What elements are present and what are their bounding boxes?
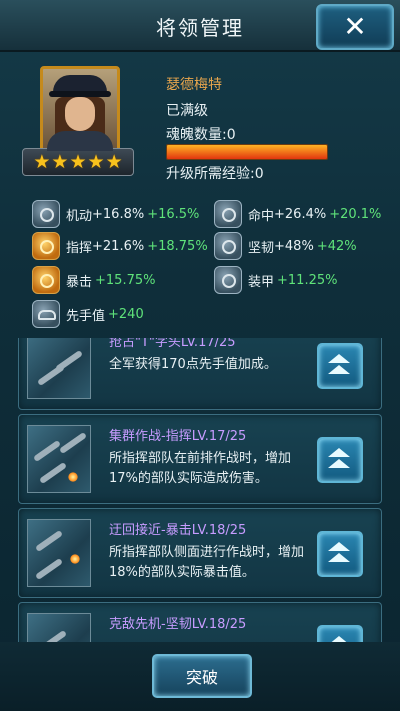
stat-bonus: +16.5% <box>147 206 200 222</box>
breakthrough-button[interactable]: 突破 <box>152 654 252 698</box>
chevron-up-icon <box>328 365 350 374</box>
skill-upgrade-button[interactable] <box>317 531 363 577</box>
skill-description: 所指挥部队在前排作战时，增加17%的部队实际造成伤害。 <box>109 451 292 486</box>
skill-thumbnail <box>27 425 91 493</box>
stat-bonus: +18.75% <box>147 238 208 254</box>
star-icon: ★ <box>105 151 123 173</box>
skill-card: 克敌先机-坚韧LV.18/25 <box>18 602 382 642</box>
stat-command: 指挥 +21.6% +18.75% <box>32 232 208 260</box>
stat-tenacity: 坚韧 +48% +42% <box>214 232 357 260</box>
chevron-up-icon <box>328 354 350 363</box>
stat-bonus: +15.75% <box>95 272 156 288</box>
warship-icon <box>54 349 84 373</box>
command-icon <box>32 232 60 260</box>
chevron-up-icon <box>328 553 350 562</box>
stat-label: 指挥 <box>66 240 93 256</box>
stat-accuracy: 命中 +26.4% +20.1% <box>214 200 381 228</box>
stat-maneuver: 机动 +16.8% +16.5% <box>32 200 199 228</box>
armor-icon <box>214 266 242 294</box>
commander-header: ★ ★ ★ ★ ★ 瑟德梅特 已满级 魂魄数量:0 升级所需经验:0 <box>8 56 392 190</box>
skill-card: 抢占"T"字头LV.17/25 全军获得170点先手值加成。 <box>18 338 382 410</box>
close-icon: ✕ <box>343 10 367 43</box>
explosion-icon <box>68 472 78 482</box>
stat-critical: 暴击 +15.75% <box>32 266 155 294</box>
stats-panel: 机动 +16.8% +16.5% 命中 +26.4% +20.1% 指挥 +21… <box>14 190 386 338</box>
stat-label: 装甲 <box>248 274 275 290</box>
warship-icon <box>38 629 68 642</box>
skill-name: 克敌先机-坚韧LV.18/25 <box>109 617 247 632</box>
chevron-up-icon <box>328 542 350 551</box>
star-icon: ★ <box>33 151 51 173</box>
stat-base: +48% <box>274 238 314 254</box>
stat-label: 先手值 <box>66 308 106 324</box>
soul-count: 魂魄数量:0 <box>166 127 236 143</box>
critical-icon <box>32 266 60 294</box>
commander-name: 瑟德梅特 <box>166 77 222 93</box>
skill-upgrade-button[interactable] <box>317 437 363 483</box>
xp-required: 升级所需经验:0 <box>166 166 264 182</box>
warship-icon <box>38 461 68 485</box>
skill-name: 集群作战-指挥LV.17/25 <box>109 429 247 444</box>
soul-progress-fill <box>167 145 327 159</box>
stat-label: 命中 <box>248 208 275 224</box>
bottom-bar: 突破 <box>0 642 400 711</box>
skill-name: 抢占"T"字头LV.17/25 <box>109 338 236 350</box>
maneuver-icon <box>32 200 60 228</box>
title-bar: 将领管理 ✕ <box>0 0 400 52</box>
skill-thumbnail <box>27 338 91 399</box>
soul-progress-bar <box>166 144 328 160</box>
accuracy-icon <box>214 200 242 228</box>
portrait-uniform <box>47 131 113 151</box>
warship-icon <box>34 557 64 581</box>
star-icon: ★ <box>87 151 105 173</box>
skill-list[interactable]: 抢占"T"字头LV.17/25 全军获得170点先手值加成。 集群作战-指挥LV… <box>18 338 382 642</box>
skill-description: 全军获得170点先手值加成。 <box>109 357 277 372</box>
explosion-icon <box>70 554 80 564</box>
chevron-up-icon <box>328 448 350 457</box>
stat-bonus: +20.1% <box>329 206 382 222</box>
portrait-face <box>65 97 95 131</box>
initiative-icon <box>32 300 60 328</box>
close-button[interactable]: ✕ <box>316 4 394 50</box>
warship-icon <box>34 529 64 553</box>
commander-management-screen: 将领管理 ✕ ★ ★ ★ ★ ★ 瑟德梅特 已满级 魂魄数量:0 升级所需经验:… <box>0 0 400 711</box>
tenacity-icon <box>214 232 242 260</box>
stat-base: +16.8% <box>92 206 145 222</box>
star-icon: ★ <box>51 151 69 173</box>
skill-card: 迂回接近-暴击LV.18/25 所指挥部队侧面进行作战时，增加18%的部队实际暴… <box>18 508 382 598</box>
warship-icon <box>32 439 62 463</box>
stat-armor: 装甲 +11.25% <box>214 266 337 294</box>
skill-upgrade-button[interactable] <box>317 343 363 389</box>
stat-bonus: +11.25% <box>277 272 338 288</box>
skill-card: 集群作战-指挥LV.17/25 所指挥部队在前排作战时，增加17%的部队实际造成… <box>18 414 382 504</box>
skill-thumbnail <box>27 613 91 642</box>
stat-initiative: 先手值 +240 <box>32 300 144 328</box>
stat-base: +21.6% <box>92 238 145 254</box>
stat-bonus: +42% <box>316 238 357 254</box>
commander-portrait[interactable] <box>40 66 120 154</box>
stat-label: 坚韧 <box>248 240 275 256</box>
stat-bonus: +240 <box>108 306 144 322</box>
stat-label: 机动 <box>66 208 93 224</box>
skill-description: 所指挥部队侧面进行作战时，增加18%的部队实际暴击值。 <box>109 545 305 580</box>
warship-icon <box>58 431 88 455</box>
star-icon: ★ <box>69 151 87 173</box>
level-status: 已满级 <box>166 103 208 119</box>
skill-name: 迂回接近-暴击LV.18/25 <box>109 523 247 538</box>
star-rating: ★ ★ ★ ★ ★ <box>22 148 134 176</box>
chevron-up-icon <box>328 459 350 468</box>
skill-thumbnail <box>27 519 91 587</box>
stat-base: +26.4% <box>274 206 327 222</box>
stat-label: 暴击 <box>66 274 93 290</box>
skill-upgrade-button[interactable] <box>317 625 363 642</box>
